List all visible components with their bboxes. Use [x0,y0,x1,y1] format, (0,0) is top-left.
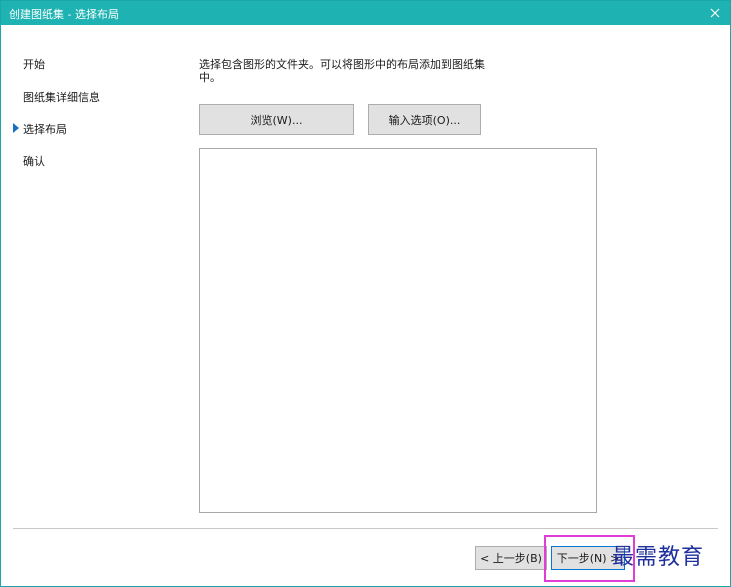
import-options-button[interactable]: 输入选项(O)... [368,104,481,135]
window-title: 创建图纸集 - 选择布局 [9,8,119,21]
back-button[interactable]: < 上一步(B) [475,546,547,570]
step-confirm: 确认 [23,155,45,168]
current-step-arrow-icon [13,123,19,133]
title-bar[interactable]: 创建图纸集 - 选择布局 [1,1,730,25]
step-begin: 开始 [23,58,45,71]
close-icon [710,8,720,18]
browse-button[interactable]: 浏览(W)... [199,104,354,135]
close-button[interactable] [700,1,730,25]
instructions-text: 选择包含图形的文件夹。可以将图形中的布局添加到图纸集中。 [199,58,485,84]
step-choose-layouts: 选择布局 [23,123,67,136]
create-sheet-set-dialog: 创建图纸集 - 选择布局 开始 图纸集详细信息 选择布局 确认 选择包含图形的文… [0,0,731,587]
step-sheet-set-details: 图纸集详细信息 [23,91,100,104]
watermark-logo: 最需教育 [612,545,705,570]
footer-divider [13,528,718,529]
layout-tree-list[interactable] [199,148,597,513]
